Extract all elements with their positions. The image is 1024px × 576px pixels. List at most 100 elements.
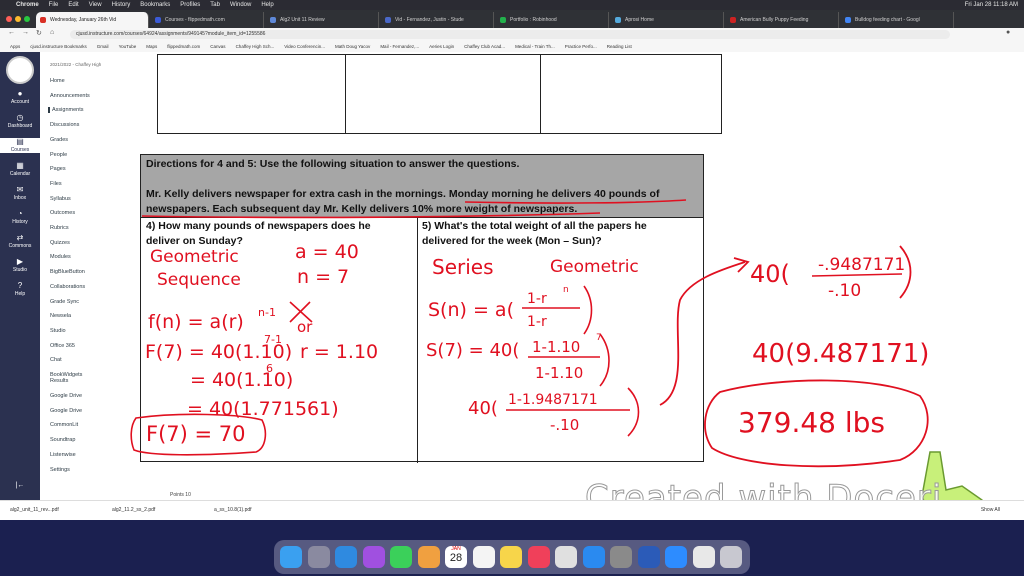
course-nav-assignments[interactable]: Assignments [48,107,84,114]
browser-tab[interactable]: Alg2 Unit 11 Review [266,12,379,28]
bookmark-item[interactable]: Video Conferencin... [284,44,325,49]
global-nav-help[interactable]: ? Help [0,282,40,298]
global-nav-dashboard[interactable]: ◷ Dashboard [0,114,40,130]
browser-tab[interactable]: Portfolio : Robinhood [496,12,609,28]
bookmark-item[interactable]: YouTube [119,44,137,49]
course-nav-home[interactable]: Home [50,78,65,84]
minimize-window-button[interactable] [15,16,21,22]
back-icon[interactable]: ← [8,29,15,36]
podcasts-icon[interactable] [362,546,385,568]
safari-icon[interactable] [335,546,357,568]
menu-item-history[interactable]: History [112,2,131,8]
global-nav-account[interactable]: ● Account [0,90,40,106]
global-nav-inbox[interactable]: ✉ Inbox [0,186,40,202]
menu-item-view[interactable]: View [89,2,102,8]
menu-item-chrome[interactable]: Chrome [16,2,39,8]
global-nav-calendar[interactable]: ▦ Calendar [0,162,40,178]
menu-item-file[interactable]: File [49,2,59,8]
course-nav-listenwise[interactable]: Listenwise [50,452,76,458]
course-nav-bigbluebutton[interactable]: BigBlueButton [50,269,85,275]
course-nav-discussions[interactable]: Discussions [50,122,79,128]
word-icon[interactable] [637,546,660,568]
file-icon[interactable] [692,546,715,568]
reload-icon[interactable]: ↻ [36,29,42,37]
finder-icon[interactable] [280,546,302,568]
course-nav-outcomes[interactable]: Outcomes [50,210,75,216]
trash-icon[interactable] [720,546,742,568]
close-window-button[interactable] [6,16,12,22]
chrome-icon[interactable] [555,546,577,568]
browser-tab[interactable]: Wednesday, January 26th Vid [36,12,149,28]
bookmark-item[interactable]: Practice Perfo... [565,44,597,49]
appstore-icon[interactable] [582,546,605,568]
download-item[interactable]: a_ss_10.8(1).pdf [214,507,252,513]
calendar-icon[interactable]: JAN 28 [445,546,467,568]
course-nav-google-drive[interactable]: Google Drive [50,393,82,399]
settings-icon[interactable] [610,546,632,568]
course-nav-files[interactable]: Files [50,181,62,187]
menu-item-tab[interactable]: Tab [210,2,220,8]
notes-icon[interactable] [500,546,522,568]
zoom-window-button[interactable] [24,16,30,22]
photos-icon[interactable] [417,546,440,568]
course-nav-office-365[interactable]: Office 365 [50,343,75,349]
course-nav-grades[interactable]: Grades [50,137,68,143]
global-nav-commons[interactable]: ⇄ Commons [0,234,40,250]
course-nav-chat[interactable]: Chat [50,357,62,363]
menu-item-profiles[interactable]: Profiles [180,2,200,8]
global-nav-studio[interactable]: ▶ Studio [0,258,40,274]
browser-tab[interactable]: Courses - flippedmath.com [151,12,264,28]
course-nav-modules[interactable]: Modules [50,254,71,260]
forward-icon[interactable]: → [22,29,29,36]
bookmark-item[interactable]: Chaffey High Sch... [236,44,275,49]
download-item[interactable]: alg2_unit_11_rev...pdf [10,507,59,513]
profile-icon[interactable]: ● [1006,29,1010,36]
bookmark-item[interactable]: Canvas [210,44,225,49]
download-item[interactable]: alg2_11.2_ss_2.pdf [112,507,155,513]
launchpad-icon[interactable] [307,546,330,568]
bookmark-item[interactable]: Apps [10,44,20,49]
course-nav-settings[interactable]: Settings [50,467,70,473]
bookmark-item[interactable]: Math Doug Yacov [335,44,370,49]
global-nav-courses[interactable]: ▤ Courses [0,138,40,153]
bookmark-item[interactable]: Chaffey Club Acad... [464,44,505,49]
browser-tab[interactable]: Bulldog feeding chart - Googl [841,12,954,28]
global-nav-history[interactable]: ◔ History [0,210,40,226]
course-nav-quizzes[interactable]: Quizzes [50,240,70,246]
course-nav-bookwidgets-results[interactable]: BookWidgets Results [50,372,100,384]
menu-item-help[interactable]: Help [261,2,273,8]
show-all-downloads-button[interactable]: Show All [981,507,1000,513]
course-nav-studio[interactable]: Studio [50,328,66,334]
bookmark-item[interactable]: Aeries Login [429,44,454,49]
bookmark-item[interactable]: Maps [146,44,157,49]
home-icon[interactable]: ⌂ [50,29,54,36]
course-nav-collaborations[interactable]: Collaborations [50,284,85,290]
zoom-icon[interactable] [665,546,687,568]
menu-item-window[interactable]: Window [230,2,251,8]
bookmark-item[interactable]: Mail - Fernandez,... [380,44,419,49]
messages-icon[interactable] [390,546,412,568]
course-nav-rubrics[interactable]: Rubrics [50,225,69,231]
course-nav-commonlit[interactable]: CommonLit [50,422,78,428]
bookmark-item[interactable]: Reading List [607,44,632,49]
music-icon[interactable] [527,546,550,568]
menu-item-bookmarks[interactable]: Bookmarks [140,2,170,8]
course-nav-people[interactable]: People [50,152,67,158]
browser-tab[interactable]: American Bully Puppy Feeding [726,12,839,28]
course-nav-grade-sync[interactable]: Grade Sync [50,299,79,305]
bookmark-item[interactable]: Gmail [97,44,109,49]
bookmark-item[interactable]: cjusd.instructure Bookmarks [30,44,87,49]
course-nav-syllabus[interactable]: Syllabus [50,196,71,202]
course-nav-soundtrap[interactable]: Soundtrap [50,437,75,443]
course-nav-newsela[interactable]: Newsela [50,313,71,319]
browser-tab[interactable]: Aprosi Home [611,12,724,28]
course-nav-announcements[interactable]: Announcements [50,93,90,99]
bookmark-item[interactable]: Medical - Train Th... [515,44,555,49]
url-input[interactable]: cjusd.instructure.com/courses/64924/assi… [70,30,950,39]
bookmark-item[interactable]: flippedmath.com [167,44,200,49]
school-logo[interactable] [6,56,34,84]
menu-item-edit[interactable]: Edit [68,2,78,8]
browser-tab[interactable]: Vid - Fernandez, Justin - Stude [381,12,494,28]
course-nav-google-drive[interactable]: Google Drive [50,408,82,414]
course-nav-pages[interactable]: Pages [50,166,66,172]
